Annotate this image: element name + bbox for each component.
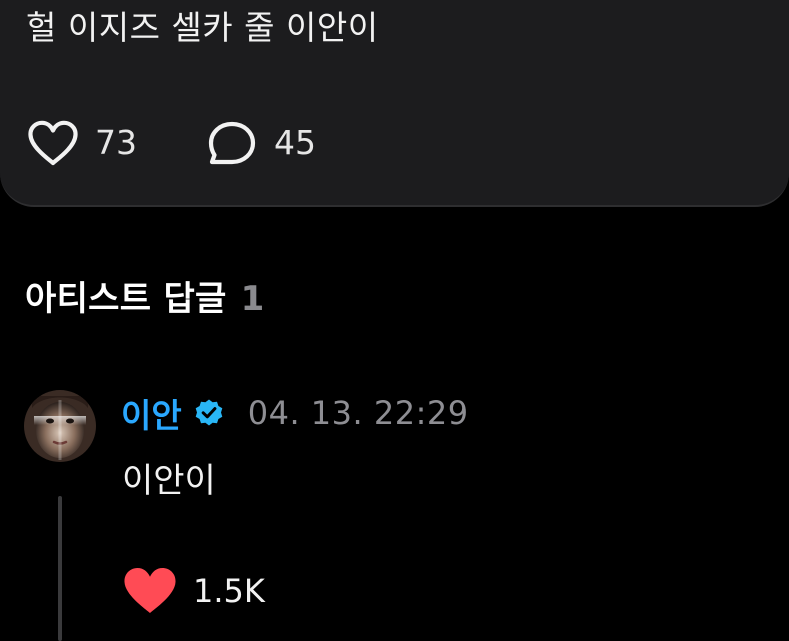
reply-header: 이안 04. 13. 22:29 <box>121 388 469 438</box>
post-text: 헐 이지즈 셀카 줄 이안이 <box>26 8 379 47</box>
comment-count: 45 <box>274 123 316 162</box>
reply-timestamp: 04. 13. 22:29 <box>247 394 469 432</box>
artist-replies-title: 아티스트 답글 1 <box>25 273 265 325</box>
avatar[interactable] <box>24 390 96 462</box>
like-count: 73 <box>95 123 137 162</box>
speech-bubble-icon <box>208 121 256 165</box>
avatar-image <box>24 390 96 462</box>
heart-outline-icon <box>28 120 78 166</box>
screen: 헐 이지즈 셀카 줄 이안이 73 45 아티스트 답글 1 이안 04. 13… <box>0 0 789 641</box>
like-button[interactable]: 73 <box>27 118 137 168</box>
verified-badge-icon <box>195 399 223 426</box>
post-card: 헐 이지즈 셀카 줄 이안이 73 45 <box>0 0 789 207</box>
reply-text: 이안이 <box>122 461 216 501</box>
author-name[interactable]: 이안 <box>121 389 182 437</box>
artist-replies-count: 1 <box>240 279 265 319</box>
artist-replies-label: 아티스트 답글 <box>25 279 227 319</box>
comment-button[interactable]: 45 <box>206 118 316 168</box>
thread-line <box>58 496 62 641</box>
reply-like-count: 1.5K <box>193 572 265 610</box>
heart-filled-icon <box>124 568 176 613</box>
reply-like-button[interactable]: 1.5K <box>122 565 265 617</box>
